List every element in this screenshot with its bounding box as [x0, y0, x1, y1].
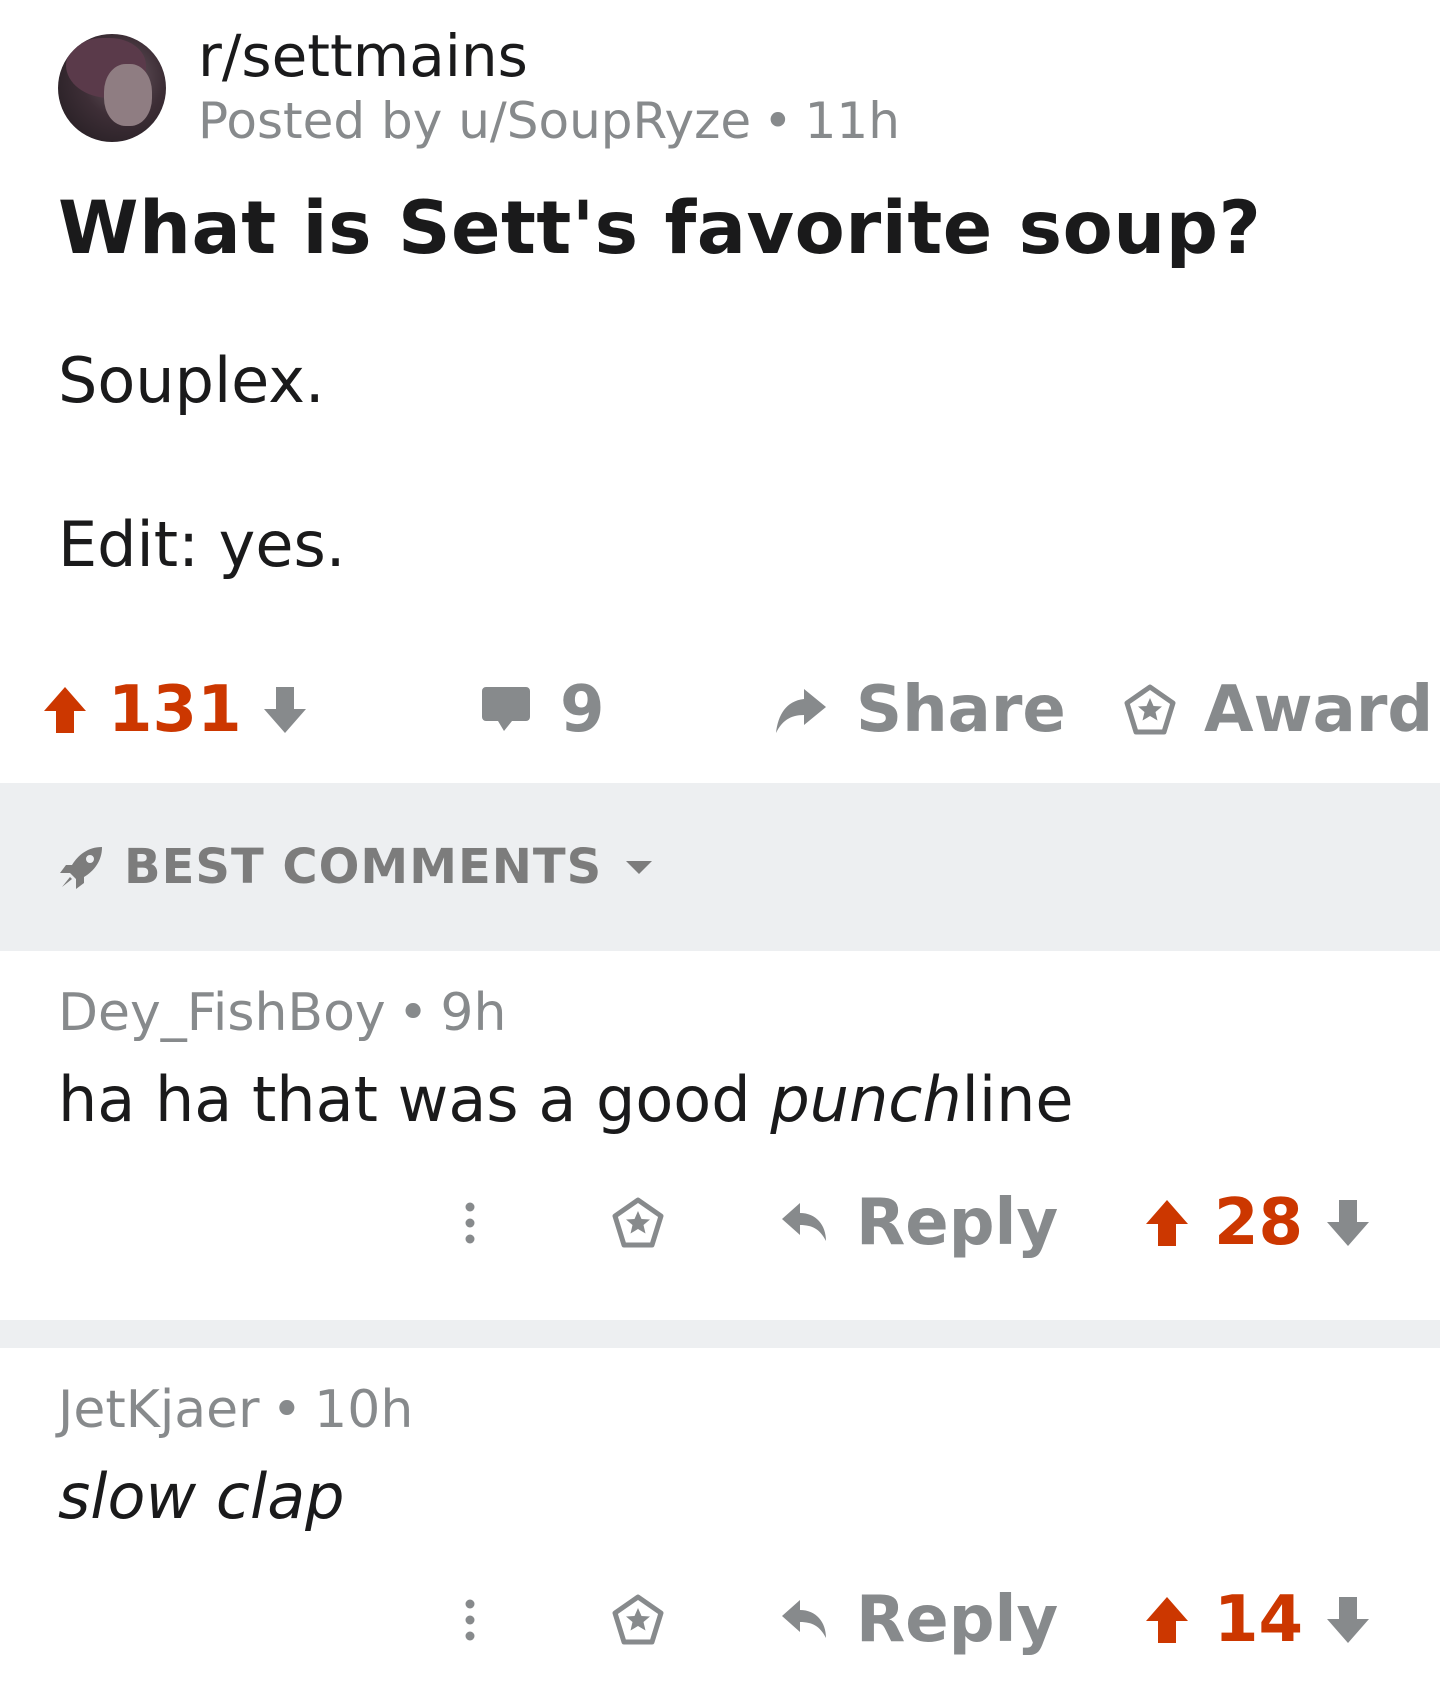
separator-dot: •	[397, 983, 429, 1043]
comment-author[interactable]: JetKjaer	[58, 1380, 260, 1440]
downvote-arrow-icon[interactable]	[262, 685, 308, 735]
reply-button[interactable]: Reply	[780, 1570, 1058, 1670]
post-vote-group: 131	[42, 660, 308, 760]
award-icon	[1124, 684, 1176, 736]
comment-vote-group: 14	[1144, 1570, 1371, 1670]
reply-arrow-icon	[780, 1598, 830, 1642]
more-vertical-icon[interactable]	[458, 1173, 482, 1273]
award-button[interactable]: Award	[1124, 660, 1433, 760]
comment-vote-count: 14	[1214, 1583, 1304, 1657]
post-header-text: r/settmains Posted by u/SoupRyze • 11h	[198, 23, 900, 153]
post-body-paragraph: Edit: yes.	[58, 508, 346, 581]
comment-text-italic: slow clap	[58, 1460, 345, 1533]
reply-label: Reply	[856, 1186, 1059, 1260]
separator-dot: •	[271, 1380, 303, 1440]
separator-dot: •	[763, 92, 793, 150]
comment-vote-count: 28	[1214, 1186, 1304, 1260]
share-button[interactable]: Share	[772, 660, 1066, 760]
reply-label: Reply	[856, 1583, 1059, 1657]
post-action-bar: 131 9 Share Award	[0, 660, 1440, 760]
post-title: What is Sett's favorite soup?	[58, 186, 1262, 271]
post-body: Souplex. Edit: yes.	[58, 345, 346, 581]
post-body-paragraph: Souplex.	[58, 344, 325, 417]
comment-text: ha ha that was a good	[58, 1063, 771, 1136]
award-label: Award	[1204, 673, 1434, 747]
upvote-arrow-icon[interactable]	[1144, 1198, 1190, 1248]
posted-by[interactable]: Posted by u/SoupRyze	[198, 92, 751, 150]
post-page: r/settmains Posted by u/SoupRyze • 11h Wha…	[0, 0, 1440, 1695]
share-arrow-icon	[772, 685, 828, 735]
comment: Dey_FishBoy • 9h ha ha that was a good pun…	[0, 951, 1440, 1320]
comment: JetKjaer • 10h slow clap Reply 14	[0, 1348, 1440, 1695]
comment-age: 9h	[440, 983, 507, 1043]
comment-divider	[0, 1320, 1440, 1348]
reply-arrow-icon	[780, 1201, 830, 1245]
comment-bubble-icon	[480, 685, 532, 735]
comment-body: ha ha that was a good punchline	[58, 1063, 1074, 1136]
post-vote-count: 131	[108, 673, 242, 747]
comment-meta: Dey_FishBoy • 9h	[58, 983, 506, 1043]
more-vertical-icon[interactable]	[458, 1570, 482, 1670]
award-icon[interactable]	[612, 1570, 664, 1670]
upvote-arrow-icon[interactable]	[1144, 1595, 1190, 1645]
comments-button[interactable]: 9	[480, 660, 605, 760]
subreddit-name[interactable]: r/settmains	[198, 23, 900, 89]
share-label: Share	[856, 673, 1066, 747]
comment-text-italic: punch	[770, 1063, 962, 1136]
upvote-arrow-icon[interactable]	[42, 685, 88, 735]
comment-action-bar: Reply 28	[0, 1173, 1440, 1273]
comment-action-bar: Reply 14	[0, 1570, 1440, 1670]
reply-button[interactable]: Reply	[780, 1173, 1058, 1273]
post-age: 11h	[804, 92, 900, 150]
comments-count: 9	[560, 673, 605, 747]
comment-sort-bar[interactable]: BEST COMMENTS	[0, 783, 1440, 951]
award-icon[interactable]	[612, 1173, 664, 1273]
downvote-arrow-icon[interactable]	[1325, 1595, 1371, 1645]
comment-text: line	[961, 1063, 1074, 1136]
comment-body: slow clap	[58, 1460, 345, 1533]
downvote-arrow-icon[interactable]	[1325, 1198, 1371, 1248]
comment-age: 10h	[314, 1380, 414, 1440]
rocket-icon	[58, 843, 106, 891]
post-header: r/settmains Posted by u/SoupRyze • 11h	[58, 23, 900, 150]
subreddit-avatar[interactable]	[58, 34, 166, 142]
post-meta: Posted by u/SoupRyze • 11h	[198, 89, 900, 153]
comment-meta: JetKjaer • 10h	[58, 1380, 413, 1440]
sort-label: BEST COMMENTS	[124, 839, 603, 895]
comment-vote-group: 28	[1144, 1173, 1371, 1273]
comment-author[interactable]: Dey_FishBoy	[58, 983, 386, 1043]
chevron-down-icon	[624, 857, 654, 877]
